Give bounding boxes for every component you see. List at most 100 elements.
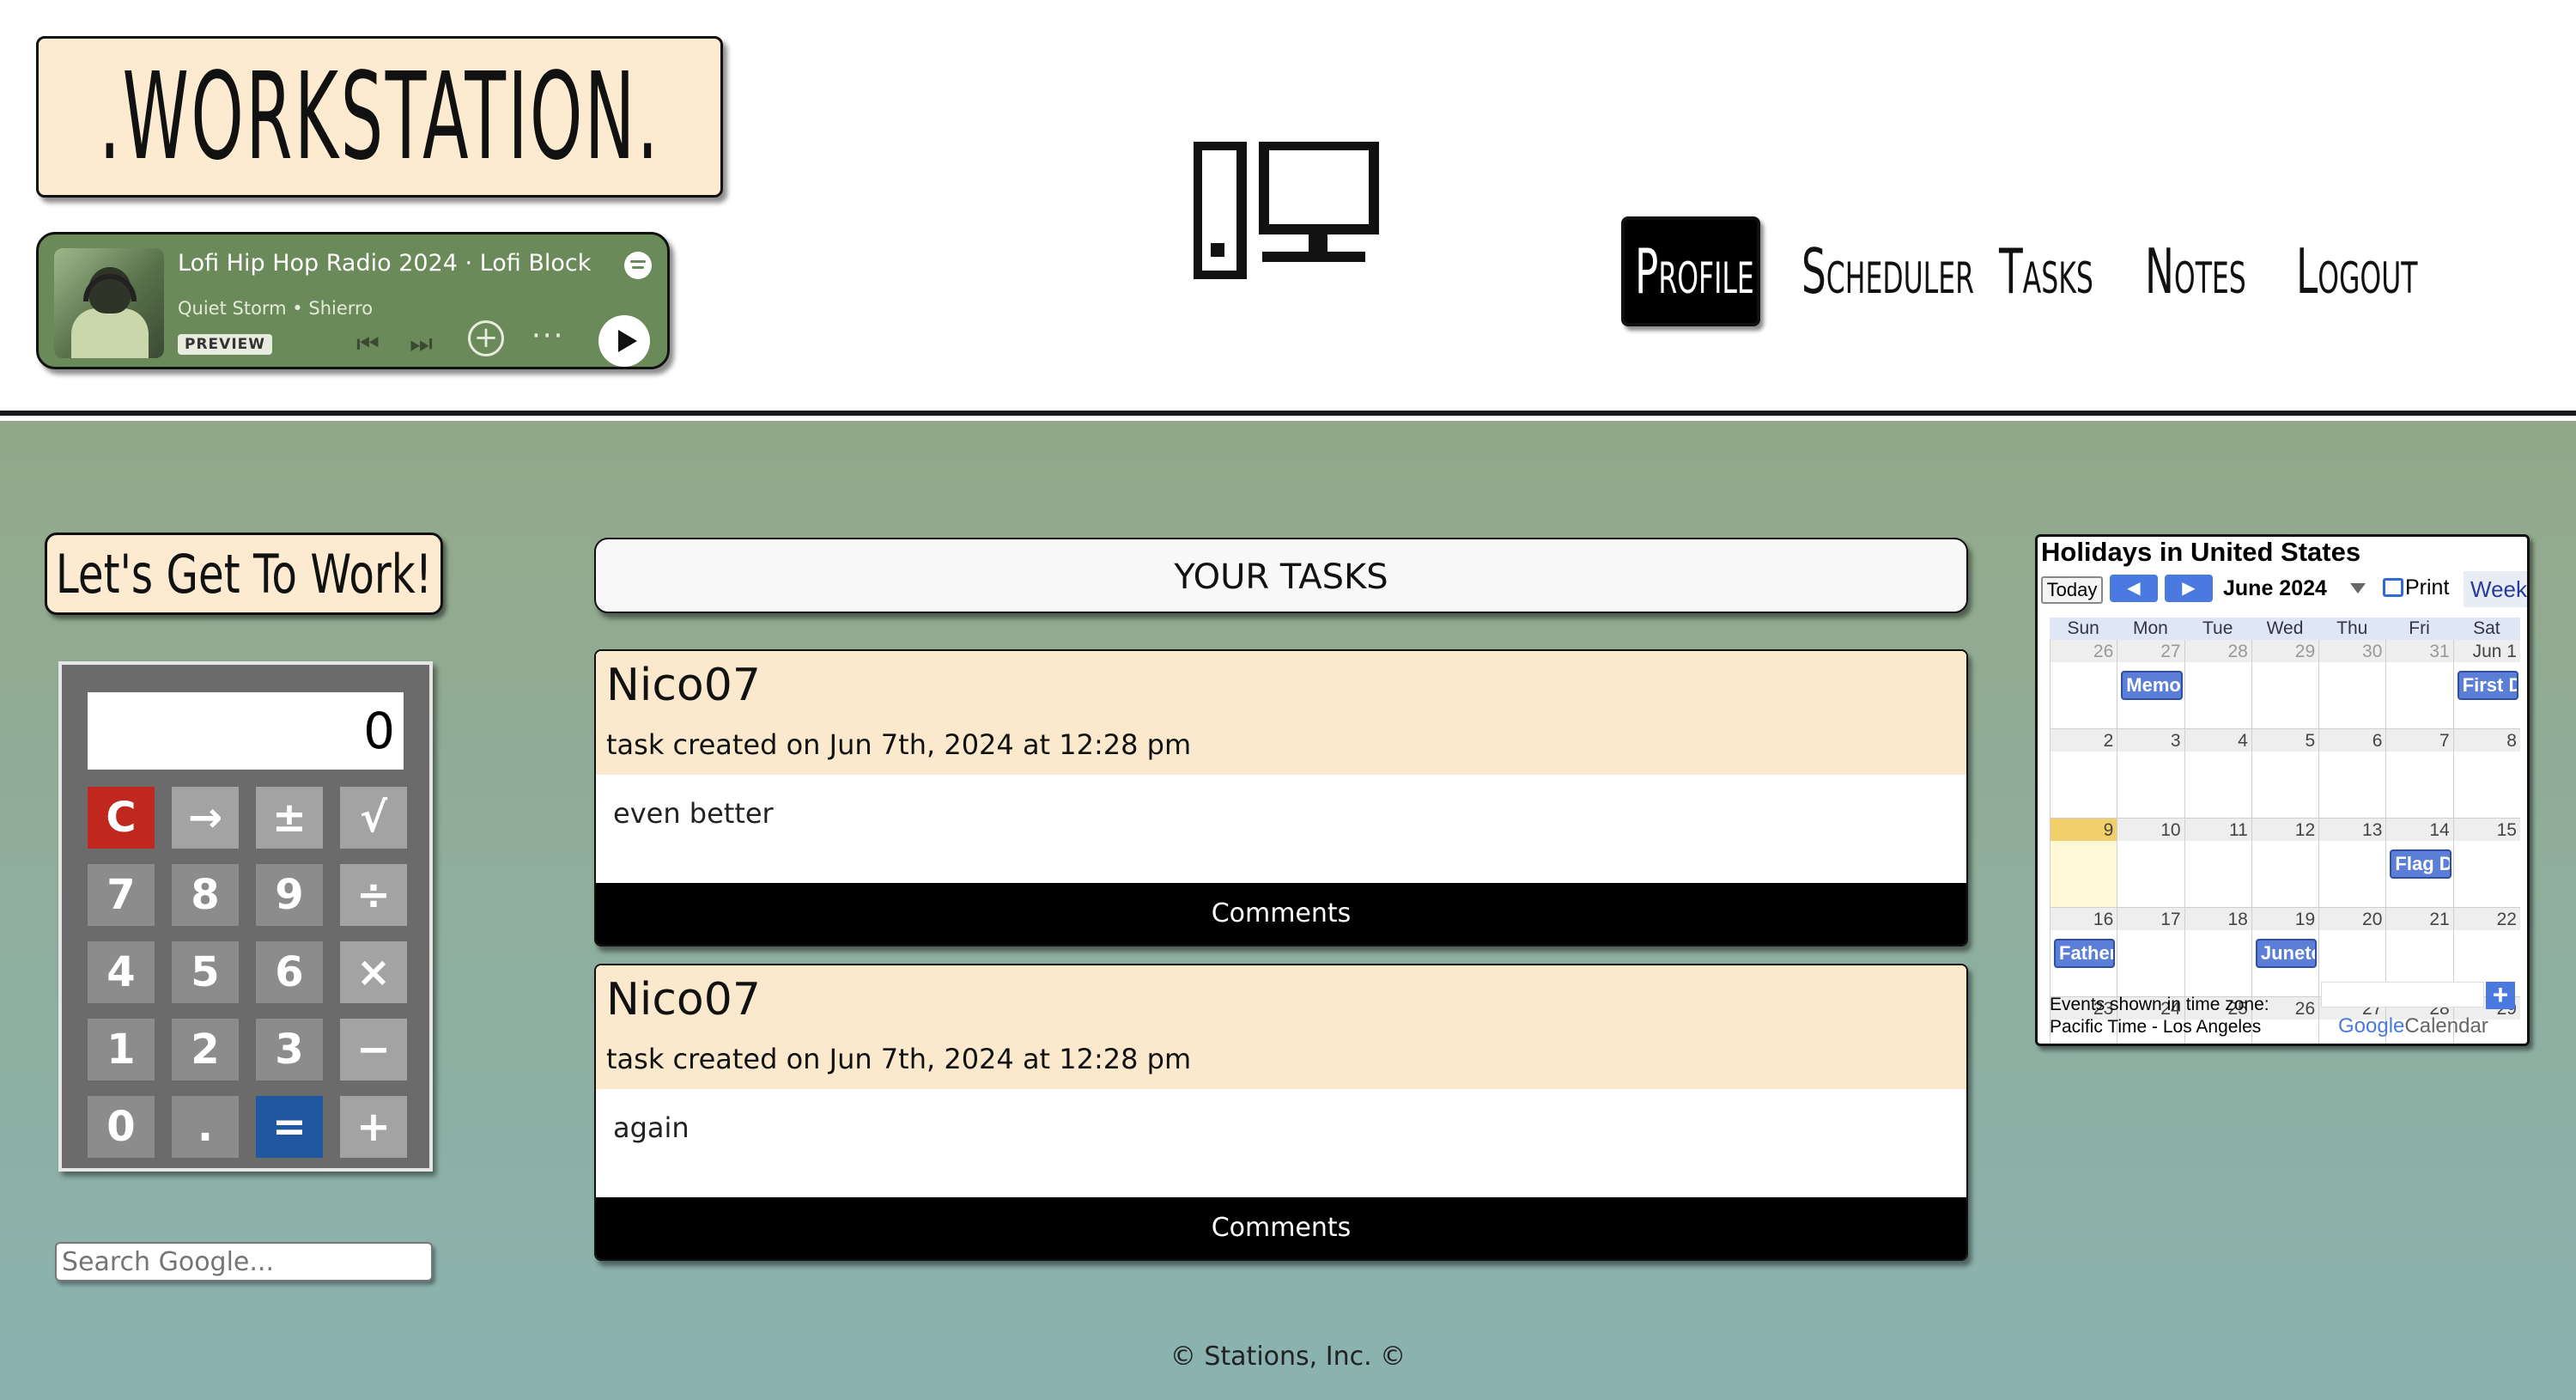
calendar-day[interactable]: 29 [2251, 640, 2319, 728]
calendar-day[interactable]: 8 [2452, 729, 2520, 818]
day-number: 26 [2294, 999, 2316, 1019]
day-number: 30 [2362, 642, 2383, 661]
day-number: 18 [2227, 910, 2248, 929]
calendar-day[interactable]: 18 [2184, 908, 2251, 996]
calc-key-divide[interactable]: ÷ [340, 864, 407, 926]
calendar-title: Holidays in United States [2041, 537, 2361, 567]
google-word: Google [2338, 1014, 2405, 1038]
calc-key-seven[interactable]: 7 [88, 864, 155, 926]
day-number: 12 [2294, 820, 2316, 840]
calc-key-nine[interactable]: 9 [256, 864, 323, 926]
add-calendar-icon[interactable]: + [2486, 981, 2515, 1009]
header: .WORKSTATION. Lofi Hip Hop Radio 2024 · … [0, 0, 2576, 416]
calendar-today-button[interactable]: Today [2041, 576, 2103, 604]
track-artist: Quiet Storm • Shierro [178, 298, 374, 319]
calc-key-eight[interactable]: 8 [172, 864, 239, 926]
google-search-input[interactable] [55, 1242, 433, 1281]
calc-key-multiply[interactable]: × [340, 941, 407, 1003]
calendar-prev-icon[interactable]: ◀ [2110, 575, 2158, 602]
calendar-day[interactable]: 31 [2385, 640, 2453, 728]
calc-key-six[interactable]: 6 [256, 941, 323, 1003]
calc-key-arrow[interactable]: → [172, 787, 239, 849]
calendar-weekday-header: Sun Mon Tue Wed Thu Fri Sat [2050, 618, 2520, 640]
task-user: Nico07 [606, 974, 761, 1026]
weekday-label: Mon [2132, 618, 2168, 638]
nav-profile[interactable]: Profile [1621, 216, 1760, 326]
task-card: Nico07 task created on Jun 7th, 2024 at … [594, 649, 1968, 947]
calendar-day[interactable]: 16 Father [2050, 908, 2117, 996]
calendar-day-today[interactable]: 9 [2050, 819, 2117, 907]
google-calendar: Holidays in United States Today ◀ ▶ June… [2035, 534, 2530, 1046]
calendar-day[interactable]: 7 [2385, 729, 2453, 818]
calendar-next-icon[interactable]: ▶ [2165, 575, 2213, 602]
calendar-day[interactable]: 28 [2184, 640, 2251, 728]
calendar-day[interactable]: 12 [2251, 819, 2319, 907]
calendar-day[interactable]: 30 [2318, 640, 2386, 728]
calendar-day[interactable]: 15 [2452, 819, 2520, 907]
calc-key-decimal[interactable]: . [172, 1096, 239, 1158]
previous-track-icon[interactable]: ⏮ [356, 329, 380, 359]
calendar-day[interactable]: 2 [2050, 729, 2117, 818]
more-icon[interactable]: ··· [532, 319, 564, 353]
calc-key-two[interactable]: 2 [172, 1019, 239, 1080]
calendar-event[interactable]: Memorial [2121, 671, 2183, 700]
calendar-day[interactable]: 13 [2318, 819, 2386, 907]
calc-key-clear[interactable]: C [88, 787, 155, 849]
calendar-week-row: 9 10 11 12 13 14 Flag Day 15 [2050, 819, 2520, 908]
logo[interactable]: .WORKSTATION. [36, 36, 723, 198]
weekday-label: Thu [2336, 618, 2368, 638]
day-number: 29 [2294, 642, 2316, 661]
calendar-event[interactable]: First Day [2457, 671, 2518, 700]
nav-logout[interactable]: Logout [2296, 235, 2417, 307]
calc-key-five[interactable]: 5 [172, 941, 239, 1003]
day-number: Jun 1 [2472, 642, 2517, 661]
calendar-day[interactable]: 19 Juneteenth [2251, 908, 2319, 996]
calendar-search[interactable] [2321, 982, 2484, 1007]
calendar-day[interactable]: 6 [2318, 729, 2386, 818]
nav-tasks[interactable]: Tasks [1999, 235, 2107, 307]
calendar-day[interactable]: 3 [2117, 729, 2184, 818]
calculator: 0 C → ± √ 7 8 9 ÷ 4 5 6 × 1 2 3− 0. = + [58, 661, 433, 1172]
comments-button[interactable]: Comments [596, 1197, 1966, 1259]
calendar-day[interactable]: 17 [2117, 908, 2184, 996]
nav-notes[interactable]: Notes [2145, 235, 2257, 307]
calc-key-plus-minus[interactable]: ± [256, 787, 323, 849]
calendar-day[interactable]: 5 [2251, 729, 2319, 818]
calendar-day[interactable]: 26 [2050, 640, 2117, 728]
day-number: 3 [2170, 731, 2181, 751]
google-calendar-logo[interactable]: GoogleCalendar [2338, 1014, 2488, 1038]
spotify-icon[interactable] [624, 252, 652, 279]
calendar-event[interactable]: Juneteenth [2255, 939, 2318, 968]
calendar-day[interactable]: 14 Flag Day [2385, 819, 2453, 907]
calc-key-minus[interactable]: − [340, 1019, 407, 1080]
tasks-header: YOUR TASKS [594, 538, 1968, 613]
calendar-event[interactable]: Flag Day [2390, 849, 2451, 879]
day-number: 8 [2506, 731, 2517, 751]
calc-key-four[interactable]: 4 [88, 941, 155, 1003]
calc-key-plus[interactable]: + [340, 1096, 407, 1158]
nav-scheduler[interactable]: Scheduler [1801, 235, 1974, 307]
calendar-day[interactable]: 11 [2184, 819, 2251, 907]
calc-key-one[interactable]: 1 [88, 1019, 155, 1080]
calc-key-zero[interactable]: 0 [88, 1096, 155, 1158]
calendar-event[interactable]: Father [2054, 939, 2116, 968]
calc-key-equals[interactable]: = [256, 1096, 323, 1158]
calc-key-three[interactable]: 3 [256, 1019, 323, 1080]
spotify-player[interactable]: Lofi Hip Hop Radio 2024 · Lofi Block Qui… [36, 232, 670, 369]
play-button[interactable] [598, 315, 650, 367]
comments-button[interactable]: Comments [596, 883, 1966, 945]
calendar-day[interactable]: 4 [2184, 729, 2251, 818]
day-number: 14 [2429, 820, 2450, 840]
calc-key-sqrt[interactable]: √ [340, 787, 407, 849]
task-header: Nico07 task created on Jun 7th, 2024 at … [596, 651, 1966, 775]
day-number: 28 [2227, 642, 2248, 661]
add-icon[interactable]: + [468, 320, 504, 356]
calendar-week-tab[interactable]: Week [2464, 571, 2527, 607]
task-date: task created on Jun 7th, 2024 at 12:28 p… [606, 1043, 1192, 1075]
calendar-day[interactable]: 10 [2117, 819, 2184, 907]
chevron-down-icon[interactable] [2350, 583, 2366, 593]
calendar-print-button[interactable]: Print [2383, 573, 2449, 602]
next-track-icon[interactable]: ⏭ [410, 329, 433, 359]
calendar-day[interactable]: Jun 1 First Day [2452, 640, 2520, 728]
calendar-day[interactable]: 27 Memorial [2117, 640, 2184, 728]
